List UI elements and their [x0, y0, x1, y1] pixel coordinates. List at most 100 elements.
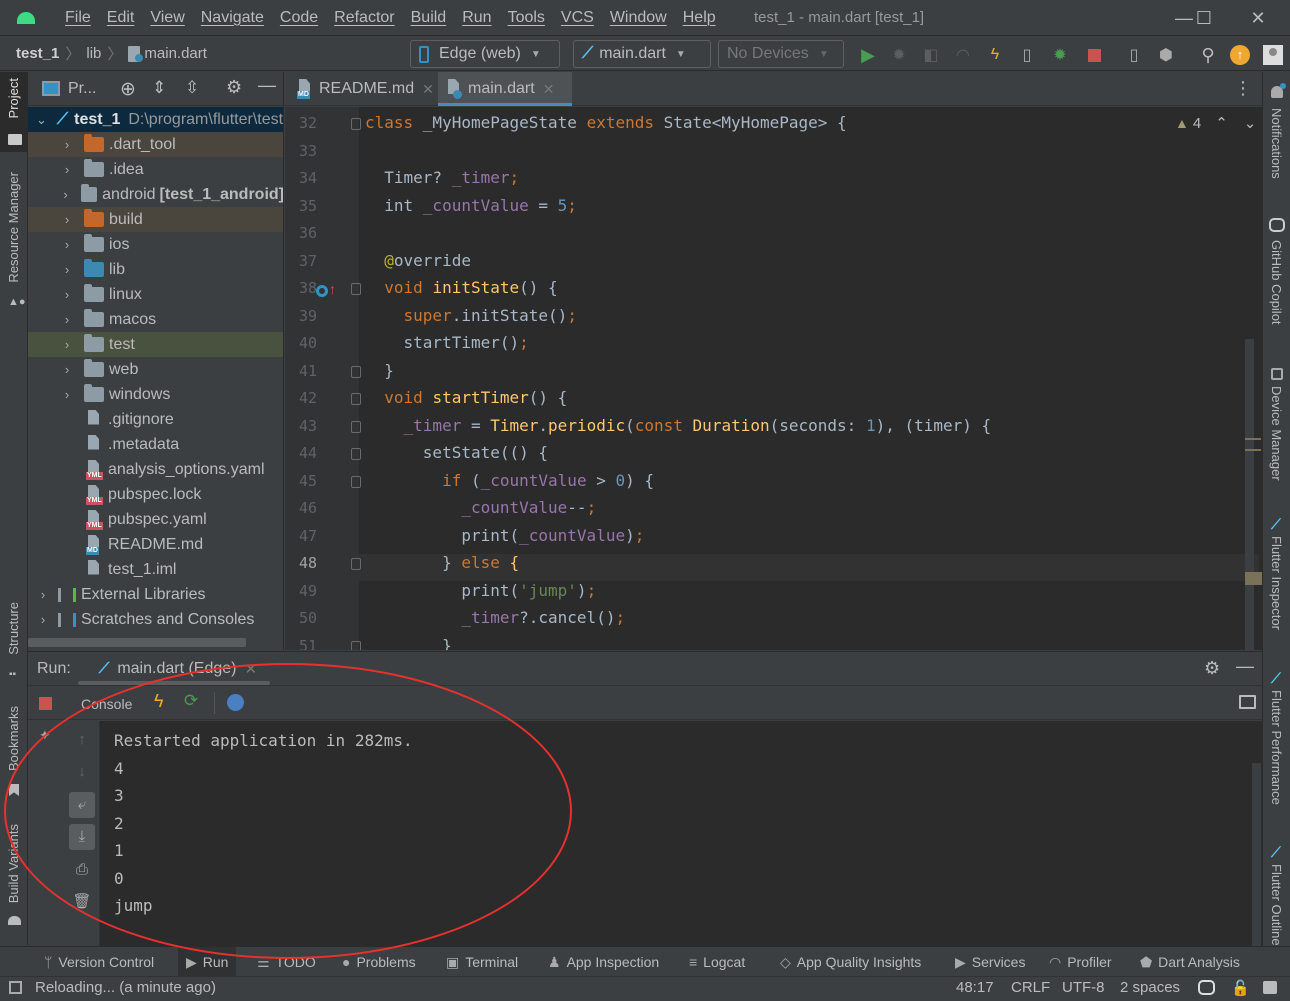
tree-item[interactable]: › test: [28, 332, 283, 357]
chevron-right-icon[interactable]: ›: [60, 237, 74, 252]
device-manager-icon[interactable]: ▯: [1124, 45, 1144, 65]
tool-tab-resource-manager[interactable]: Resource Manager: [6, 172, 21, 283]
vertical-scrollbar[interactable]: [1245, 339, 1254, 650]
tree-item[interactable]: › build: [28, 207, 283, 232]
chevron-right-icon[interactable]: ›: [60, 212, 74, 227]
scroll-to-end-icon[interactable]: ⤓: [69, 824, 95, 850]
tree-item[interactable]: › Scratches and Consoles: [28, 607, 283, 632]
menu-view[interactable]: View: [142, 9, 192, 27]
fold-marker-icon[interactable]: [351, 640, 361, 650]
caret-position[interactable]: 48:17: [956, 979, 994, 996]
hot-restart-icon[interactable]: ⟳: [184, 691, 198, 711]
tool-tab-dart-analysis[interactable]: ⬟ Dart Analysis: [1140, 947, 1240, 977]
code-line[interactable]: }: [365, 636, 452, 651]
console-scrollbar[interactable]: [1252, 763, 1261, 946]
device-mirror-icon[interactable]: ▯: [1017, 45, 1037, 65]
tree-item[interactable]: test_1.iml: [28, 557, 283, 582]
pin-icon[interactable]: ✦: [39, 727, 51, 744]
chevron-right-icon[interactable]: ›: [60, 262, 74, 277]
chevron-right-icon[interactable]: ›: [60, 137, 74, 152]
tool-tab-terminal[interactable]: ▣ Terminal: [446, 947, 518, 977]
code-editor[interactable]: 32 33 34 35 36 37 38 39 40 41 42 43 44 45 46 47 48 49 50 51…: [285, 107, 1262, 650]
chevron-right-icon[interactable]: ›: [60, 187, 71, 202]
code-line[interactable]: class _MyHomePageState extends State<MyH…: [365, 113, 847, 132]
debug-icon[interactable]: ✹: [889, 45, 909, 65]
code-line[interactable]: print('jump');: [365, 581, 596, 600]
gear-icon[interactable]: ⚙: [226, 77, 242, 98]
warning-stripe-mark[interactable]: [1245, 438, 1261, 440]
tool-tab-build-variants[interactable]: Build Variants: [6, 824, 21, 903]
caret-stripe-mark[interactable]: [1245, 572, 1262, 585]
next-highlight-icon[interactable]: ⌄: [1244, 114, 1257, 132]
print-icon[interactable]: ⎙: [69, 857, 95, 883]
tree-item[interactable]: › web: [28, 357, 283, 382]
hot-reload-icon[interactable]: ϟ: [154, 691, 164, 712]
tree-item[interactable]: .metadata: [28, 432, 283, 457]
tree-item[interactable]: › .idea: [28, 157, 283, 182]
tool-tab-device-manager[interactable]: Device Manager: [1269, 386, 1284, 481]
run-with-coverage-icon[interactable]: ◧: [921, 45, 941, 65]
tool-tab-todo[interactable]: ☰ TODO: [257, 947, 316, 977]
search-icon[interactable]: ⚲: [1198, 45, 1218, 65]
fold-marker-icon[interactable]: [351, 365, 361, 378]
chevron-right-icon[interactable]: ›: [60, 287, 74, 302]
account-icon[interactable]: [1263, 45, 1283, 65]
tool-tab-services[interactable]: ▶ Services: [955, 947, 1025, 977]
chevron-right-icon[interactable]: ›: [36, 587, 50, 602]
code-line[interactable]: }: [365, 361, 394, 380]
close-icon[interactable]: ✕: [244, 660, 257, 678]
breadcrumb-project[interactable]: test_1: [16, 45, 59, 62]
inspection-widget[interactable]: ▲ 4 ⌃ ⌄: [1175, 114, 1257, 133]
tool-tab-app-inspection[interactable]: ♟ App Inspection: [548, 947, 659, 977]
status-toggle-icon[interactable]: [9, 981, 22, 994]
tool-tab-logcat[interactable]: ≡ Logcat: [689, 947, 745, 977]
code-line[interactable]: _timer?.cancel();: [365, 608, 625, 627]
fold-marker-icon[interactable]: [351, 420, 361, 433]
menu-run[interactable]: Run: [454, 9, 499, 27]
tree-item[interactable]: .gitignore: [28, 407, 283, 432]
menu-build[interactable]: Build: [403, 9, 455, 27]
soft-wrap-icon[interactable]: ⤶: [69, 792, 95, 818]
code-line[interactable]: @override: [365, 251, 471, 270]
device-selector[interactable]: Edge (web) ▼: [410, 40, 560, 68]
horizontal-scrollbar[interactable]: [28, 638, 246, 647]
arrow-down-icon[interactable]: ↓: [69, 759, 95, 785]
hide-panel-icon[interactable]: —: [258, 75, 276, 96]
tree-item[interactable]: › .dart_tool: [28, 132, 283, 157]
chevron-right-icon[interactable]: ›: [60, 337, 74, 352]
run-config-selector[interactable]: ⟋ main.dart ▼: [573, 40, 711, 68]
fold-marker-icon[interactable]: [351, 118, 361, 130]
tree-item[interactable]: › linux: [28, 282, 283, 307]
fold-marker-icon[interactable]: [351, 393, 361, 405]
tree-item[interactable]: › ios: [28, 232, 283, 257]
code-line[interactable]: if (_countValue > 0) {: [365, 471, 654, 490]
console-output[interactable]: Restarted application in 282ms. 4 3 2 1 0 jump: [100, 721, 1262, 946]
expand-all-icon[interactable]: ⇕: [152, 78, 166, 98]
sdk-manager-icon[interactable]: ⬢: [1156, 45, 1176, 65]
code-line[interactable]: Timer? _timer;: [365, 168, 519, 187]
collapse-all-icon[interactable]: ⇳: [185, 78, 199, 98]
menu-code[interactable]: Code: [272, 9, 326, 27]
maximize-button[interactable]: ☐: [1184, 4, 1224, 32]
menu-navigate[interactable]: Navigate: [193, 9, 272, 27]
lock-icon[interactable]: 🔓: [1231, 979, 1250, 997]
tool-tab-notifications[interactable]: Notifications: [1269, 108, 1284, 179]
tool-tab-version-control[interactable]: ᛘ Version Control: [44, 947, 154, 977]
code-line[interactable]: void startTimer() {: [365, 388, 567, 407]
menu-tools[interactable]: Tools: [500, 9, 553, 27]
layout-icon[interactable]: [1239, 695, 1256, 709]
tree-item[interactable]: › android [test_1_android]: [28, 182, 283, 207]
menu-help[interactable]: Help: [675, 9, 724, 27]
run-tab-scrollbar[interactable]: [78, 681, 270, 685]
tool-tab-app-quality-insights[interactable]: ◇ App Quality Insights: [780, 947, 921, 977]
locate-file-icon[interactable]: ⊕: [120, 78, 136, 101]
profile-icon[interactable]: ◠: [953, 45, 973, 65]
tool-tab-github-copilot[interactable]: GitHub Copilot: [1269, 240, 1284, 325]
more-options-icon[interactable]: ⋮: [1234, 78, 1252, 99]
code-line[interactable]: } else {: [365, 553, 519, 572]
fold-marker-icon[interactable]: [351, 283, 361, 295]
file-encoding[interactable]: UTF-8: [1062, 979, 1105, 996]
menu-vcs[interactable]: VCS: [553, 9, 602, 27]
menu-file[interactable]: File: [57, 9, 99, 27]
tool-tab-run[interactable]: ▶ Run: [178, 947, 237, 977]
